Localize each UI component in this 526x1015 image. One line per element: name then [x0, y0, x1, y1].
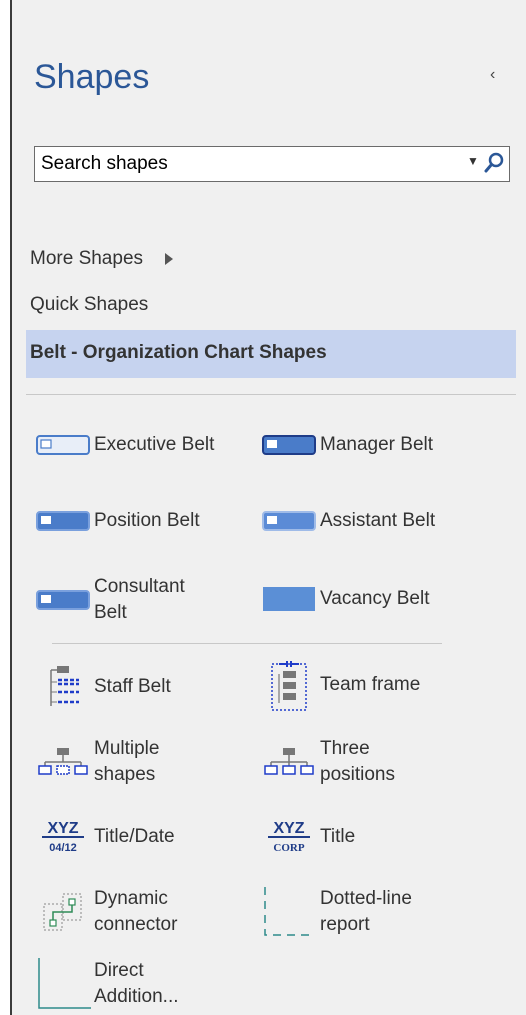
shape-multiple-shapes[interactable]: Multiple shapes — [34, 736, 159, 788]
icon-xyz-text: XYZ — [47, 820, 78, 837]
shape-label: Executive Belt — [94, 434, 215, 455]
shapes-panel: Shapes ‹ ▼ More Shapes Quick Shapes Belt… — [10, 0, 526, 1015]
shape-label: Staff Belt — [94, 676, 171, 697]
shape-label: Consultant Belt — [94, 576, 185, 623]
stencil-belt-org-chart[interactable]: Belt - Organization Chart Shapes — [26, 330, 516, 378]
search-box: ▼ — [34, 146, 510, 182]
dotted-line-report-icon — [260, 887, 318, 936]
divider — [26, 394, 516, 395]
more-shapes-menu[interactable]: More Shapes — [30, 248, 174, 270]
shape-direct-addition[interactable]: Direct Addition... — [34, 958, 179, 1010]
manager-belt-icon — [260, 422, 318, 468]
shape-dotted-line-report[interactable]: Dotted-line report — [260, 886, 412, 938]
shape-label: Title — [320, 826, 356, 847]
shape-dynamic-connector[interactable]: Dynamic connector — [34, 886, 177, 938]
title-date-icon: XYZ 04/12 — [34, 814, 92, 860]
shape-three-positions[interactable]: Three positions — [260, 736, 395, 788]
shape-team-frame[interactable]: Team frame — [260, 661, 421, 711]
team-frame-icon — [260, 661, 318, 711]
shape-label: Manager Belt — [320, 434, 434, 455]
shape-label: Dynamic connector — [94, 888, 178, 935]
icon-date-text: 04/12 — [49, 842, 77, 854]
icon-corp-text: CORP — [273, 842, 304, 854]
shape-label: Team frame — [320, 674, 421, 695]
executive-belt-icon — [34, 422, 92, 468]
shape-executive-belt[interactable]: Executive Belt — [34, 422, 214, 468]
position-belt-icon — [34, 498, 92, 544]
direct-addition-icon — [34, 958, 92, 1009]
three-positions-icon — [260, 739, 318, 785]
shape-label: Multiple shapes — [94, 738, 160, 785]
multiple-shapes-icon — [34, 739, 92, 785]
shape-label: Direct Addition... — [94, 960, 179, 1007]
shape-label: Title/Date — [94, 826, 175, 847]
icon-xyz-text: XYZ — [273, 820, 304, 837]
search-input[interactable] — [41, 151, 441, 177]
assistant-belt-icon — [260, 498, 318, 544]
collapse-panel-icon[interactable]: ‹ — [490, 66, 495, 84]
panel-title: Shapes — [34, 58, 150, 96]
shape-position-belt[interactable]: Position Belt — [34, 498, 200, 544]
more-shapes-label: More Shapes — [30, 248, 144, 269]
dynamic-connector-icon — [34, 889, 92, 935]
shape-label: Vacancy Belt — [320, 588, 430, 609]
shape-manager-belt[interactable]: Manager Belt — [260, 422, 433, 468]
shape-consultant-belt[interactable]: Consultant Belt — [34, 574, 185, 626]
shape-label: Three positions — [320, 738, 395, 785]
expand-arrow-icon — [165, 252, 174, 265]
shape-assistant-belt[interactable]: Assistant Belt — [260, 498, 435, 544]
search-dropdown-icon[interactable]: ▼ — [467, 154, 479, 168]
staff-belt-icon — [34, 664, 92, 710]
shape-vacancy-belt[interactable]: Vacancy Belt — [260, 576, 429, 622]
shape-label: Assistant Belt — [320, 510, 436, 531]
shape-title-date[interactable]: XYZ 04/12 Title/Date — [34, 814, 175, 860]
divider — [52, 643, 442, 644]
consultant-belt-icon — [34, 577, 92, 623]
shape-label: Dotted-line report — [320, 888, 412, 935]
shape-staff-belt[interactable]: Staff Belt — [34, 664, 171, 710]
vacancy-belt-icon — [260, 576, 318, 622]
shape-title[interactable]: XYZ CORP Title — [260, 814, 355, 860]
shape-label: Position Belt — [94, 510, 200, 531]
title-icon: XYZ CORP — [260, 814, 318, 860]
quick-shapes-link[interactable]: Quick Shapes — [30, 294, 148, 316]
search-icon[interactable] — [483, 152, 505, 179]
